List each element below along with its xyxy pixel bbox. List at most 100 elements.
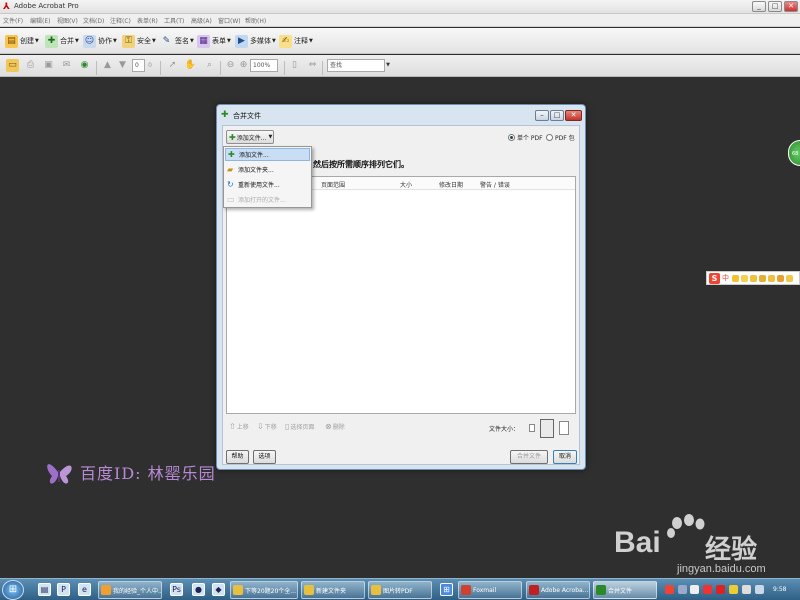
task-browser[interactable]: 我的经验_个人中... (98, 581, 162, 599)
select-tool-icon[interactable]: ➚ (166, 59, 179, 72)
add-files-button[interactable]: ✚ 添加文件... ▼ (226, 130, 274, 144)
radio-single-pdf[interactable]: 单个 PDF (508, 133, 543, 142)
column-page-range[interactable]: 页面范围 (321, 180, 345, 189)
choose-pages-button[interactable]: ▯ 选择页面 (285, 422, 314, 431)
file-list[interactable]: 页面范围 大小 修改日期 警告 / 错误 (226, 176, 576, 414)
window-title: Adobe Acrobat Pro (14, 2, 79, 10)
create-icon: ▤ (5, 34, 18, 48)
hand-tool-icon[interactable]: ✋ (184, 59, 197, 72)
fit-page-icon[interactable]: ▯ (288, 59, 301, 72)
menu-tools[interactable]: 工具(T) (164, 16, 184, 25)
maximize-button[interactable]: □ (768, 1, 782, 12)
tray-volume-icon[interactable] (690, 585, 699, 594)
task-folder-download[interactable]: 下等20题20个全... (230, 581, 298, 599)
task-image-to-pdf[interactable]: 图片转PDF (368, 581, 432, 599)
tray-sogou-icon[interactable] (665, 585, 674, 594)
fit-width-icon[interactable]: ⇔ (306, 59, 319, 72)
save-icon[interactable]: ▣ (42, 59, 55, 72)
tray-app2-icon[interactable] (716, 585, 725, 594)
collaborate-button[interactable]: ☺ 协作 ▼ (83, 33, 117, 49)
move-up-button[interactable]: ⇧ 上移 (229, 422, 249, 431)
menu-window[interactable]: 窗口(W) (218, 16, 241, 25)
share-icon[interactable]: ◉ (78, 59, 91, 72)
zoom-in-icon[interactable]: ⊕ (237, 59, 250, 72)
column-warnings[interactable]: 警告 / 错误 (480, 180, 510, 189)
sign-button[interactable]: ✎ 签名 ▼ (160, 33, 194, 49)
menu-comments[interactable]: 注释(C) (110, 16, 131, 25)
minimize-button[interactable]: _ (752, 1, 766, 12)
task-label: 合并文件 (608, 587, 633, 595)
task-foxmail[interactable]: Foxmail (458, 581, 522, 599)
zoom-out-icon[interactable]: ⊖ (224, 59, 237, 72)
radio-single-label: 单个 PDF (517, 135, 543, 142)
help-button[interactable]: 帮助 (226, 450, 249, 464)
print-icon[interactable]: ⎙ (24, 59, 37, 72)
delete-button[interactable]: ⊗ 删除 (325, 422, 345, 431)
menu-advanced[interactable]: 高级(A) (191, 16, 212, 25)
menu-document[interactable]: 文档(D) (83, 16, 104, 25)
column-modified-date[interactable]: 修改日期 (439, 180, 463, 189)
comment-button[interactable]: ✍ 注释 ▼ (279, 33, 313, 49)
zoom-select[interactable]: 100% (250, 59, 278, 72)
close-button[interactable]: ✕ (784, 1, 798, 12)
tray-app3-icon[interactable] (729, 585, 738, 594)
create-button[interactable]: ▤ 创建 ▼ (5, 33, 39, 49)
open-folder-icon[interactable]: ▭ (6, 59, 19, 72)
clock[interactable]: 9:58 (773, 586, 786, 593)
search-input[interactable]: 查找 (327, 59, 385, 72)
multimedia-button[interactable]: ▶ 多媒体 ▼ (235, 33, 276, 49)
forms-button[interactable]: ▦ 表单 ▼ (197, 33, 231, 49)
large-size-icon[interactable] (559, 421, 569, 435)
email-icon[interactable]: ✉ (60, 59, 73, 72)
quicklaunch-ie-icon[interactable]: e (78, 583, 91, 596)
tray-app-icon[interactable] (703, 585, 712, 594)
quicklaunch-explorer-icon[interactable]: ▤ (38, 583, 51, 596)
menu-view[interactable]: 视图(V) (57, 16, 78, 25)
menu-item-reuse-files[interactable]: ↻ 重新使用文件... (225, 178, 310, 191)
quicklaunch-app-icon[interactable]: P (57, 583, 70, 596)
task-photoshop-icon[interactable]: Ps (170, 583, 183, 596)
menu-item-add-files[interactable]: ✚ 添加文件... (225, 148, 310, 161)
menu-item-label: 添加打开的文件... (238, 197, 286, 204)
menu-file[interactable]: 文件(F) (3, 16, 23, 25)
task-label: 新建文件夹 (316, 587, 347, 595)
task-toolbar: ▤ 创建 ▼ ✚ 合并 ▼ ☺ 协作 ▼ ⚿ 安全 ▼ ✎ 签名 ▼ ▦ 表单 ▼ ▶ 多媒… (0, 28, 800, 54)
menu-forms[interactable]: 表单(R) (137, 16, 158, 25)
create-label: 创建 (20, 37, 34, 45)
task-new-folder[interactable]: 新建文件夹 (301, 581, 365, 599)
page-number-input[interactable]: 0 (132, 59, 145, 72)
tools-icon (768, 274, 775, 282)
combine-files-button[interactable]: 合并文件 (510, 450, 548, 464)
radio-pdf-package[interactable]: PDF 包 (546, 133, 575, 142)
menu-edit[interactable]: 编辑(E) (30, 16, 50, 25)
floating-badge[interactable]: 68 (788, 140, 800, 166)
ime-toolbar[interactable]: S 中 (706, 271, 800, 285)
options-button[interactable]: 选项 (253, 450, 276, 464)
dialog-minimize-button[interactable]: – (535, 110, 549, 121)
tray-app4-icon[interactable] (742, 585, 751, 594)
menu-help[interactable]: 帮助(H) (245, 16, 266, 25)
start-button[interactable]: ⊞ (2, 580, 24, 600)
prev-page-icon[interactable]: ▲ (101, 59, 114, 72)
task-acrobat[interactable]: Adobe Acroba... (526, 581, 590, 599)
small-size-icon[interactable] (529, 424, 535, 432)
cancel-button[interactable]: 取消 (553, 450, 577, 464)
task-vs-icon[interactable]: ◆ (212, 583, 225, 596)
dialog-maximize-button[interactable]: □ (550, 110, 564, 121)
search-dropdown-icon[interactable]: ▼ (384, 59, 392, 72)
tray-app5-icon[interactable] (755, 585, 764, 594)
column-size[interactable]: 大小 (400, 180, 412, 189)
security-button[interactable]: ⚿ 安全 ▼ (122, 33, 156, 49)
merge-button[interactable]: ✚ 合并 ▼ (45, 33, 79, 49)
default-size-icon[interactable] (540, 419, 554, 438)
move-down-button[interactable]: ⇩ 下移 (257, 422, 277, 431)
task-combine-files[interactable]: 合并文件 (593, 581, 657, 599)
dialog-close-button[interactable]: ✕ (565, 110, 582, 121)
task-app-icon[interactable]: ⊞ (440, 583, 453, 596)
next-page-icon[interactable]: ▼ (116, 59, 129, 72)
zoom-tool-icon[interactable]: ⌕ (203, 59, 216, 72)
menu-item-add-open-files[interactable]: ▭ 添加打开的文件... (225, 193, 310, 206)
tray-network-icon[interactable] (678, 585, 687, 594)
menu-item-add-folders[interactable]: ▰ 添加文件夹... (225, 163, 310, 176)
task-media-icon[interactable]: ● (192, 583, 205, 596)
